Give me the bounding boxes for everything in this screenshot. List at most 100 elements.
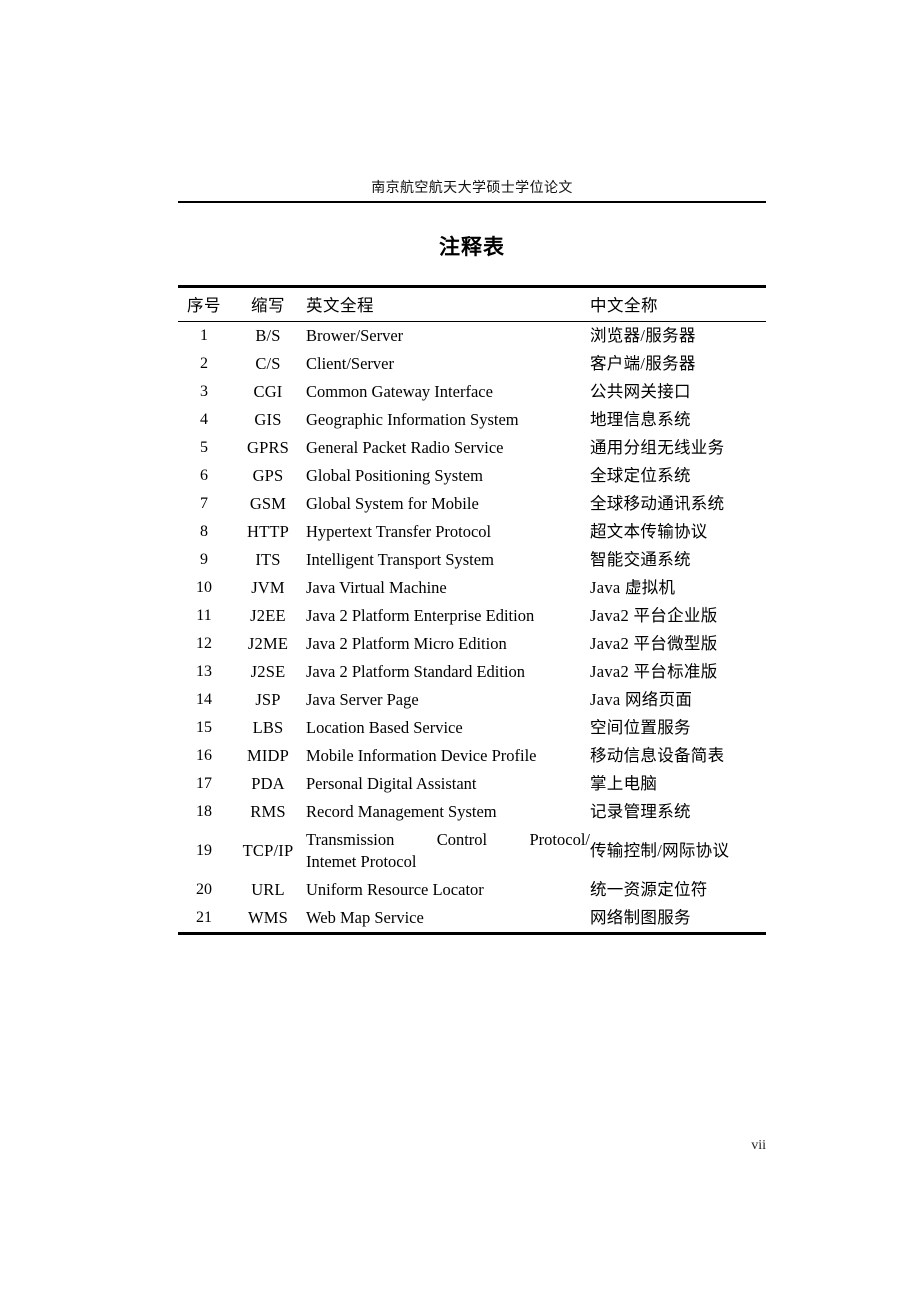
cell-chinese: 浏览器/服务器	[590, 326, 696, 345]
cell-english: Record Management System	[306, 802, 497, 821]
cell-index: 2	[200, 355, 208, 372]
cell-index: 10	[196, 579, 212, 596]
header-rule	[178, 201, 766, 203]
cell-index: 20	[196, 881, 212, 898]
cell-chinese: 通用分组无线业务	[590, 438, 725, 457]
cell-index: 7	[200, 495, 208, 512]
cell-index: 4	[200, 411, 208, 428]
cell-abbreviation: WMS	[247, 908, 289, 927]
cell-english: Brower/Server	[306, 326, 404, 345]
cell-abbreviation: J2ME	[247, 634, 289, 653]
cell-abbreviation: ITS	[255, 550, 281, 569]
cell-english: Java Server Page	[306, 690, 419, 709]
cell-abbreviation: GIS	[254, 410, 282, 429]
running-header: 南京航空航天大学硕士学位论文	[371, 181, 573, 196]
cell-index: 1	[200, 327, 208, 344]
cell-english: Client/Server	[306, 354, 394, 373]
cell-abbreviation: RMS	[250, 802, 286, 821]
cell-index: 18	[196, 803, 212, 820]
table-row: 3 CGI Common Gateway Interface 公共网关接口	[178, 378, 766, 406]
cell-index: 8	[200, 523, 208, 540]
table-row: 5 GPRS General Packet Radio Service 通用分组无线业…	[178, 434, 766, 462]
table-row: 16 MIDP Mobile Information Device Profile 移…	[178, 742, 766, 770]
cell-chinese: 传输控制/网际协议	[590, 841, 730, 860]
cell-chinese: 空间位置服务	[590, 718, 691, 737]
cell-chinese: 网络制图服务	[590, 908, 691, 927]
cell-chinese: 记录管理系统	[590, 802, 691, 821]
notation-table: 序号 缩写 英文全程 中文全称 1 B/S Brower/Server 浏览器/服务器…	[178, 285, 766, 935]
cell-english: Location Based Service	[306, 718, 463, 737]
cell-chinese: Java2 平台标准版	[590, 662, 718, 681]
cell-abbreviation: J2EE	[250, 606, 286, 625]
table-row: 4 GIS Geographic Information System 地理信息系统	[178, 406, 766, 434]
table-row: 7 GSM Global System for Mobile 全球移动通讯系统	[178, 490, 766, 518]
cell-chinese: 全球移动通讯系统	[590, 494, 725, 513]
cell-index: 11	[196, 607, 212, 624]
cell-abbreviation: C/S	[255, 354, 281, 373]
cell-index: 17	[196, 775, 212, 792]
cell-chinese: 智能交通系统	[590, 550, 691, 569]
table-row: 21 WMS Web Map Service 网络制图服务	[178, 904, 766, 934]
table-row: 20 URL Uniform Resource Locator 统一资源定位符	[178, 876, 766, 904]
table-body: 1 B/S Brower/Server 浏览器/服务器 2 C/S Client/Serve…	[178, 322, 766, 934]
cell-abbreviation: B/S	[255, 326, 281, 345]
table-row: 14 JSP Java Server Page Java 网络页面	[178, 686, 766, 714]
cell-abbreviation: TCP/IP	[242, 841, 294, 860]
table-row: 2 C/S Client/Server 客户端/服务器	[178, 350, 766, 378]
cell-abbreviation: JSP	[255, 690, 281, 709]
cell-chinese: 地理信息系统	[590, 410, 691, 429]
cell-abbreviation: GPRS	[246, 438, 290, 457]
cell-abbreviation: GPS	[252, 466, 284, 485]
table-row: 17 PDA Personal Digital Assistant 掌上电脑	[178, 770, 766, 798]
table-row: 11 J2EE Java 2 Platform Enterprise Edition…	[178, 602, 766, 630]
column-header-english: 英文全程	[306, 296, 374, 315]
cell-abbreviation: HTTP	[246, 522, 290, 541]
cell-index: 15	[196, 719, 212, 736]
cell-english: Global Positioning System	[306, 466, 483, 485]
cell-english: Transmission Control Protocol/Intemet Pr…	[306, 826, 590, 876]
cell-chinese: Java2 平台企业版	[590, 606, 718, 625]
document-page: 南京航空航天大学硕士学位论文 注释表 序号 缩写 英文全程 中文全称 1 B/S B…	[0, 0, 920, 1306]
cell-chinese: 超文本传输协议	[590, 522, 708, 541]
column-header-abbreviation: 缩写	[251, 296, 285, 315]
cell-english-line-1: Transmission Control Protocol/	[306, 830, 590, 849]
cell-index: 5	[200, 439, 208, 456]
cell-english: Intelligent Transport System	[306, 550, 494, 569]
cell-chinese: 公共网关接口	[590, 382, 691, 401]
cell-abbreviation: CGI	[253, 382, 283, 401]
column-header-chinese: 中文全称	[590, 296, 658, 315]
cell-english: Geographic Information System	[306, 410, 519, 429]
cell-index: 12	[196, 635, 212, 652]
table-row: 13 J2SE Java 2 Platform Standard Edition Ja…	[178, 658, 766, 686]
table-row: 18 RMS Record Management System 记录管理系统	[178, 798, 766, 826]
cell-chinese: 移动信息设备简表	[590, 746, 725, 765]
cell-abbreviation: LBS	[252, 718, 284, 737]
cell-abbreviation: PDA	[251, 774, 285, 793]
table-head: 序号 缩写 英文全程 中文全称	[178, 286, 766, 322]
page-number: vii	[751, 1138, 766, 1153]
table-row: 10 JVM Java Virtual Machine Java 虚拟机	[178, 574, 766, 602]
cell-abbreviation: GSM	[249, 494, 287, 513]
cell-english: Java 2 Platform Enterprise Edition	[306, 606, 535, 625]
cell-chinese: 全球定位系统	[590, 466, 691, 485]
cell-index: 16	[196, 747, 212, 764]
cell-abbreviation: JVM	[251, 578, 285, 597]
cell-chinese: 统一资源定位符	[590, 880, 708, 899]
cell-english: Java 2 Platform Micro Edition	[306, 634, 507, 653]
table-row: 8 HTTP Hypertext Transfer Protocol 超文本传输协议	[178, 518, 766, 546]
cell-english: General Packet Radio Service	[306, 438, 504, 457]
cell-abbreviation: J2SE	[250, 662, 286, 681]
page-title: 注释表	[439, 235, 505, 260]
cell-english: Personal Digital Assistant	[306, 774, 477, 793]
cell-index: 14	[196, 691, 212, 708]
cell-english: Common Gateway Interface	[306, 382, 493, 401]
cell-chinese: Java 虚拟机	[590, 578, 676, 597]
cell-abbreviation: MIDP	[246, 746, 290, 765]
cell-chinese: 客户端/服务器	[590, 354, 696, 373]
cell-english-line-2: Intemet Protocol	[306, 852, 417, 871]
table-row: 12 J2ME Java 2 Platform Micro Edition Java2…	[178, 630, 766, 658]
table-row: 6 GPS Global Positioning System 全球定位系统	[178, 462, 766, 490]
table-header-row: 序号 缩写 英文全程 中文全称	[178, 286, 766, 322]
cell-index: 19	[196, 842, 212, 859]
table-row: 1 B/S Brower/Server 浏览器/服务器	[178, 322, 766, 351]
